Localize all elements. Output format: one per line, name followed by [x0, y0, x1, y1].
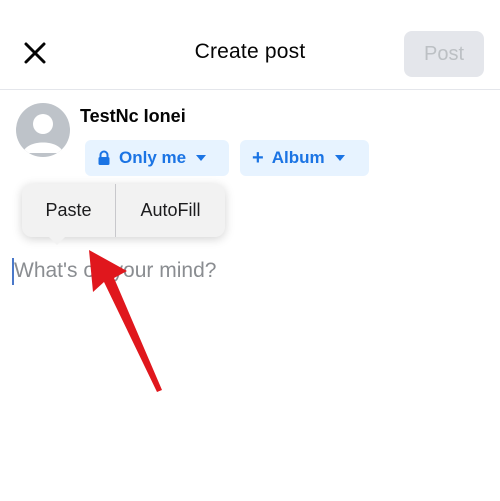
user-name: TestNc Ionei [80, 106, 186, 126]
paste-menu-item[interactable]: Paste [22, 184, 115, 237]
avatar [16, 103, 70, 157]
chevron-down-icon [196, 155, 207, 161]
post-composer-input[interactable] [14, 256, 474, 286]
chevron-down-icon [334, 155, 345, 161]
header-bar: Create post Post [0, 0, 500, 90]
post-button[interactable]: Post [404, 31, 484, 77]
edit-context-menu: Paste AutoFill [22, 184, 225, 237]
lock-icon [97, 150, 111, 166]
default-avatar-icon [23, 114, 63, 153]
album-button[interactable]: + Album [240, 140, 369, 176]
autofill-menu-item[interactable]: AutoFill [116, 184, 225, 237]
context-menu-pointer [48, 236, 66, 245]
album-plus-label: + [252, 146, 264, 169]
audience-label: Only me [119, 148, 187, 167]
audience-selector-button[interactable]: Only me [85, 140, 229, 176]
album-label: Album [271, 148, 325, 167]
